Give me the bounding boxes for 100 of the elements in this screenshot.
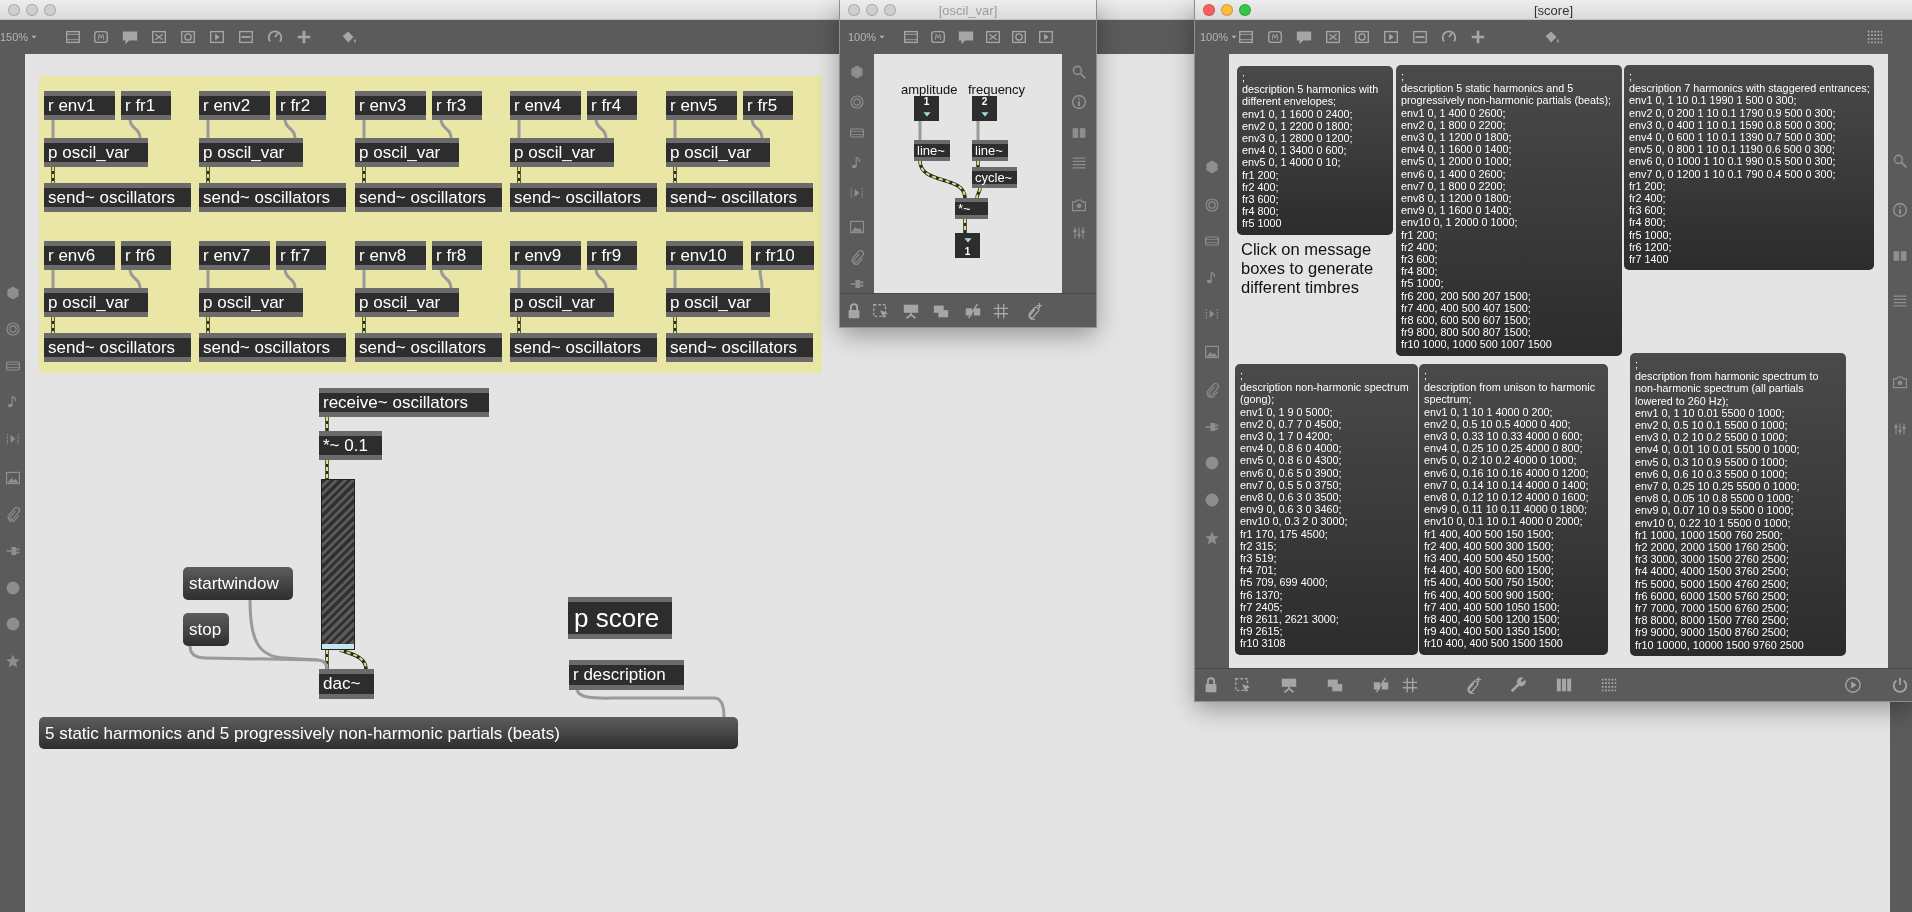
toggle-icon[interactable]: [150, 28, 168, 46]
message-box-icon[interactable]: [92, 28, 110, 46]
mixer-icon[interactable]: [1892, 421, 1908, 437]
object-box-icon[interactable]: [1237, 28, 1256, 46]
maximize-button[interactable]: [44, 3, 56, 16]
slider-icon[interactable]: [237, 28, 255, 46]
target-icon[interactable]: [849, 94, 865, 110]
paperclip-plus-icon[interactable]: [1464, 676, 1482, 694]
circle-icon[interactable]: [1204, 455, 1220, 471]
patch-cord: [206, 316, 210, 334]
grid-icon[interactable]: [992, 301, 1010, 320]
number-box[interactable]: 2: [972, 96, 997, 121]
paperclip-plus-icon[interactable]: [1025, 301, 1043, 320]
object-box-icon[interactable]: [64, 28, 82, 46]
play-circle-icon[interactable]: [1844, 676, 1862, 694]
target-icon[interactable]: [4, 321, 21, 337]
toggle-icon[interactable]: [1324, 28, 1343, 46]
message-box[interactable]: stop: [183, 613, 229, 646]
gain-slider[interactable]: [321, 479, 355, 650]
object-box: r fr9: [587, 241, 637, 270]
bang-icon[interactable]: [179, 28, 197, 46]
film-icon[interactable]: [849, 125, 865, 141]
object-box-icon[interactable]: [902, 28, 920, 46]
minimize-button[interactable]: [866, 3, 878, 16]
mute-icon[interactable]: [964, 301, 982, 320]
message-box[interactable]: ; description 5 harmonics with different envelopes; env1 0, 1 1600 0 2400; env2 0, 1 2200 0 1800; env3 0, 1 2800 0 1200; env4 0, 1 3400 0 600; env5 0, 1 4000 0 10; fr1 200; fr2 400; fr3 600; fr4 800; fr5 1000: [1237, 66, 1393, 235]
message-box[interactable]: ; description 5 static harmonics and 5 progressively non-harmonic partials (beats); env1 0, 1 400 0 2600; env2 0, 1 800 0 2200; env3 0, 1 1200 0 1800; env4 0, 1 1600 0 1400; env5 0, 1 2000 0 1000; env6 0, 1 400 0 2600; env7 0, 1 800 0 2200; env8 0, 1 1200 0 1800; env9 0, 1 1600 0 1400; env10 0, 1 2000 0 1000; fr1 200; fr2 400; fr3 600; fr4 800; fr5 1000; fr6 200, 200 500 207 1500; fr7 400, 400 500 407 1500; fr8 600, 600 500 607 1500; fr9 800, 800 500 807 1500; fr10 1000, 1000 500 1007 1500: [1396, 65, 1622, 356]
slider-icon[interactable]: [1411, 28, 1430, 46]
list-icon[interactable]: [1071, 155, 1087, 171]
search-icon[interactable]: [1071, 64, 1087, 80]
patch-cord: [439, 268, 453, 289]
image-icon[interactable]: [1204, 344, 1220, 360]
columns-icon[interactable]: [1892, 248, 1908, 264]
close-button[interactable]: [848, 3, 860, 16]
close-button[interactable]: [8, 3, 20, 16]
pointer-icon[interactable]: [872, 301, 890, 320]
grid-icon[interactable]: [1401, 676, 1419, 694]
bang-icon[interactable]: [1353, 28, 1372, 46]
message-box[interactable]: ; description 7 harmonics with staggered entrances; env1 0, 1 10 0.1 1990 1 500 0 300; env2 0, 0 200 1 10 0.1 1790 0.9 500 0 300; env3 0, 0 400 1 10 0.1 1590 0.8 500 0 300; env4 0, 0 600 1 10 0.1 1390 0.7 500 0 300; env5 0, 0 800 1 10 0.1 1190 0.6 500 0 300; env6 0, 0 1000 1 10 0.1 990 0.5 500 0 300; env7 0, 0 1200 1 10 0.1 790 0.4 500 0 300; fr1 200; fr2 400; fr3 600; fr4 800; fr5 1000; fr6 1200; fr7 1400: [1624, 65, 1874, 271]
film-icon[interactable]: [1204, 233, 1220, 249]
keyboard-icon[interactable]: [1866, 28, 1885, 46]
cube-icon[interactable]: [1204, 159, 1220, 175]
columns-icon[interactable]: [1071, 125, 1087, 141]
presentation-icon[interactable]: [1280, 676, 1298, 694]
mute-icon[interactable]: [1372, 676, 1390, 694]
camera-icon[interactable]: [1892, 374, 1908, 390]
info-icon[interactable]: [1892, 202, 1908, 218]
mixer-icon[interactable]: [1071, 225, 1087, 241]
patch-cord: [51, 269, 55, 288]
message-box[interactable]: 5 static harmonics and 5 progressively non-harmonic partials (beats): [39, 717, 738, 749]
circle-icon[interactable]: [4, 616, 21, 632]
plus-icon[interactable]: [295, 28, 313, 46]
slider-handle[interactable]: [322, 644, 354, 649]
info-icon[interactable]: [1071, 94, 1087, 110]
play-icon[interactable]: [1382, 28, 1401, 46]
message-box-icon[interactable]: [929, 28, 947, 46]
message-box[interactable]: ; description from unison to harmonic spectrum; env1 0, 1 10 1 4000 0 200; env2 0, 0.5 10 0.5 4000 0 400; env3 0, 0.33 10 0.33 4000 0 600; env4 0, 0.25 10 0.25 4000 0 800; env5 0, 0.2 10 0.2 4000 0 1000; env6 0, 0.16 10 0.16 4000 0 1200; env7 0, 0.14 10 0.14 4000 0 1400; env8 0, 0.12 10 0.12 4000 0 1600; env9 0, 0.11 10 0.11 4000 0 1800; env10 0, 0.1 10 0.1 4000 0 2000; fr1 400, 400 500 150 1500; fr2 400, 400 500 300 1500; fr3 400, 400 500 450 1500; fr4 400, 400 500 600 1500; fr5 400, 400 500 750 1500; fr6 400, 400 500 900 1500; fr7 400, 400 500 1050 1500; fr8 400, 400 500 1200 1500; fr9 400, 400 500 1350 1500; fr10 400, 400 500 1500 1500: [1419, 364, 1608, 655]
toggle-icon[interactable]: [984, 28, 1002, 46]
message-box[interactable]: ; description from harmonic spectrum to non-harmonic spectrum (all partials lowered to 260 Hz); env1 0, 1 10 0.01 5500 0 1000; env2 0, 0.5 10 0.1 5500 0 1000; env3 0, 0.2 10 0.2 5500 0 1000; env4 0, 0.01 10 0.01 5500 0 1000; env5 0, 0.3 10 0.9 5500 0 1000; env6 0, 0.6 10 0.3 5500 0 1000; env7 0, 0.25 10 0.25 5500 0 1000; env8 0, 0.05 10 0.8 5500 0 1000; env9 0, 0.07 10 0.9 5500 0 1000; env10 0, 0.22 10 1 5500 0 1000; fr1 1000, 1000 1500 760 2500; fr2 2000, 2000 1500 1760 2500; fr3 3000, 3000 1500 2760 2500; fr4 4000, 4000 1500 3760 2500; fr5 5000, 5000 1500 4760 2500; fr6 6000, 6000 1500 5760 2500; fr7 7000, 7000 1500 6760 2500; fr8 8000, 8000 1500 7760 2500; fr9 9000, 9000 1500 8760 2500; fr10 10000, 10000 1500 9760 2500: [1630, 353, 1846, 656]
pointer-icon[interactable]: [1234, 676, 1252, 694]
patch-cord: [325, 416, 329, 432]
object-box: receive~ oscillators: [319, 388, 489, 417]
list-icon[interactable]: [1892, 293, 1908, 309]
play-icon[interactable]: [1037, 28, 1055, 46]
circle-icon[interactable]: [1204, 492, 1220, 508]
message-box-icon[interactable]: [1266, 28, 1285, 46]
minimize-button[interactable]: [26, 3, 38, 16]
star-icon[interactable]: [4, 653, 21, 669]
paperclip-icon[interactable]: [4, 506, 21, 522]
message-box[interactable]: startwindow: [183, 567, 293, 600]
cube-icon[interactable]: [4, 285, 21, 301]
message-box[interactable]: ; description non-harmonic spectrum (gong); env1 0, 1 9 0 5000; env2 0, 0.7 7 0 4500; env3 0, 1 7 0 4200; env4 0, 0.8 6 0 4000; env5 0, 0.8 6 0 4300; env6 0, 0.6 5 0 3900; env7 0, 0.5 5 0 3750; env8 0, 0.6 3 0 3500; env9 0, 0.6 3 0 3460; env10 0, 0.3 2 0 3000; fr1 170, 175 4500; fr2 315; fr3 519; fr4 701; fr5 709, 699 4000; fr6 1370; fr7 2405; fr8 2611, 2621 3000; fr9 2615; fr10 3108: [1235, 364, 1418, 655]
close-button[interactable]: [1203, 3, 1215, 16]
number-box[interactable]: 1: [914, 96, 939, 121]
maximize-button[interactable]: [1239, 3, 1251, 16]
target-icon[interactable]: [1204, 197, 1220, 213]
play-icon[interactable]: [208, 28, 226, 46]
film-icon[interactable]: [4, 358, 21, 374]
image-icon[interactable]: [4, 470, 21, 486]
keyboard-icon[interactable]: [1600, 676, 1618, 694]
number-box[interactable]: 1: [955, 233, 980, 258]
camera-icon[interactable]: [1071, 197, 1087, 213]
piano-icon[interactable]: [1555, 676, 1573, 694]
search-icon[interactable]: [1892, 153, 1908, 169]
object-box: r description: [569, 660, 684, 690]
star-icon[interactable]: [1204, 530, 1220, 546]
paperclip-icon[interactable]: [1204, 382, 1220, 398]
bang-icon[interactable]: [1010, 28, 1028, 46]
paperclip-icon[interactable]: [849, 249, 865, 265]
circle-icon[interactable]: [4, 580, 21, 596]
patch-cord: [517, 166, 521, 184]
power-icon[interactable]: [1891, 676, 1909, 694]
patch-cord: [128, 118, 142, 139]
cube-icon[interactable]: [849, 64, 865, 80]
image-icon[interactable]: [849, 219, 865, 235]
patch-cord: [594, 118, 608, 139]
object-box: p oscil_var: [666, 288, 770, 317]
wrench-icon[interactable]: [1509, 676, 1527, 694]
maximize-button[interactable]: [884, 3, 896, 16]
minimize-button[interactable]: [1221, 3, 1233, 16]
